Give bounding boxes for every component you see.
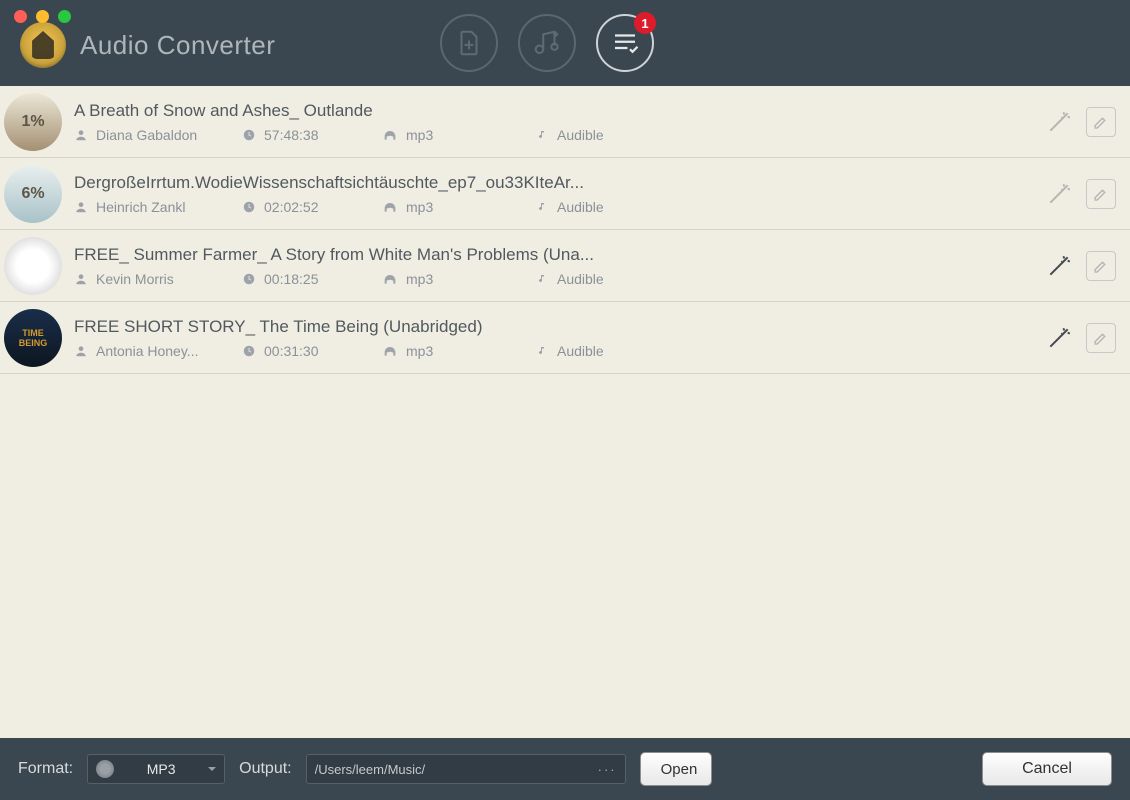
- track-title: FREE_ Summer Farmer_ A Story from White …: [74, 245, 594, 265]
- window-controls: [14, 10, 71, 23]
- edit-icon: [1092, 113, 1110, 131]
- track-format: mp3: [406, 199, 433, 215]
- edit-button[interactable]: [1086, 107, 1116, 137]
- close-window-button[interactable]: [14, 10, 27, 23]
- person-icon: [74, 128, 88, 142]
- edit-button[interactable]: [1086, 323, 1116, 353]
- track-row[interactable]: 6% DergroßeIrrtum.WodieWissenschaftsicht…: [0, 158, 1130, 230]
- app-logo: [20, 22, 66, 68]
- edit-button[interactable]: [1086, 251, 1116, 281]
- track-row[interactable]: FREE_ Summer Farmer_ A Story from White …: [0, 230, 1130, 302]
- music-note-icon: [537, 344, 549, 358]
- edit-icon: [1092, 329, 1110, 347]
- maximize-window-button[interactable]: [58, 10, 71, 23]
- headphones-icon: [382, 200, 398, 214]
- person-icon: [74, 200, 88, 214]
- track-title: DergroßeIrrtum.WodieWissenschaftsichtäus…: [74, 173, 594, 193]
- magic-wand-icon: [1046, 109, 1072, 135]
- cancel-button[interactable]: Cancel: [982, 752, 1112, 786]
- music-note-icon: [537, 272, 549, 286]
- clock-icon: [242, 272, 256, 286]
- track-list: 1% A Breath of Snow and Ashes_ Outlande …: [0, 86, 1130, 738]
- track-duration: 00:18:25: [264, 271, 319, 287]
- track-artwork: [4, 237, 62, 295]
- format-label: Format:: [18, 760, 73, 778]
- app-title: Audio Converter: [80, 30, 275, 61]
- add-music-button[interactable]: [518, 14, 576, 72]
- track-row[interactable]: 1% A Breath of Snow and Ashes_ Outlande …: [0, 86, 1130, 158]
- queue-check-icon: [610, 28, 640, 58]
- track-artwork: TIME BEING: [4, 309, 62, 367]
- format-value: MP3: [124, 761, 198, 777]
- track-duration: 00:31:30: [264, 343, 319, 359]
- queue-button[interactable]: 1: [596, 14, 654, 72]
- magic-wand-button[interactable]: [1044, 251, 1074, 281]
- clock-icon: [242, 128, 256, 142]
- magic-wand-icon: [1046, 181, 1072, 207]
- headphones-icon: [382, 128, 398, 142]
- headphones-icon: [382, 344, 398, 358]
- music-add-icon: [532, 28, 562, 58]
- file-add-icon: [454, 28, 484, 58]
- track-duration: 02:02:52: [264, 199, 319, 215]
- track-source: Audible: [557, 127, 604, 143]
- edit-icon: [1092, 257, 1110, 275]
- output-label: Output:: [239, 760, 291, 778]
- headphones-icon: [382, 272, 398, 286]
- track-source: Audible: [557, 343, 604, 359]
- format-select[interactable]: MP3: [87, 754, 225, 784]
- track-format: mp3: [406, 127, 433, 143]
- add-file-button[interactable]: [440, 14, 498, 72]
- minimize-window-button[interactable]: [36, 10, 49, 23]
- track-artwork: 1%: [4, 93, 62, 151]
- browse-output-button[interactable]: ···: [598, 762, 617, 777]
- queue-badge: 1: [634, 12, 656, 34]
- track-artwork: 6%: [4, 165, 62, 223]
- open-button[interactable]: Open: [640, 752, 712, 786]
- track-source: Audible: [557, 199, 604, 215]
- clock-icon: [242, 200, 256, 214]
- track-artist: Heinrich Zankl: [96, 199, 185, 215]
- edit-button[interactable]: [1086, 179, 1116, 209]
- magic-wand-button[interactable]: [1044, 323, 1074, 353]
- track-row[interactable]: TIME BEING FREE SHORT STORY_ The Time Be…: [0, 302, 1130, 374]
- track-artist: Diana Gabaldon: [96, 127, 197, 143]
- track-artist: Kevin Morris: [96, 271, 174, 287]
- edit-icon: [1092, 185, 1110, 203]
- magic-wand-icon: [1046, 325, 1072, 351]
- track-artist: Antonia Honey...: [96, 343, 198, 359]
- track-title: FREE SHORT STORY_ The Time Being (Unabri…: [74, 317, 594, 337]
- track-duration: 57:48:38: [264, 127, 319, 143]
- bottom-bar: Format: MP3 Output: /Users/leem/Music/ ·…: [0, 738, 1130, 800]
- output-path-field[interactable]: /Users/leem/Music/ ···: [306, 754, 626, 784]
- track-format: mp3: [406, 271, 433, 287]
- output-path-text: /Users/leem/Music/: [315, 762, 592, 777]
- magic-wand-button[interactable]: [1044, 179, 1074, 209]
- magic-wand-icon: [1046, 253, 1072, 279]
- music-note-icon: [537, 128, 549, 142]
- clock-icon: [242, 344, 256, 358]
- magic-wand-button[interactable]: [1044, 107, 1074, 137]
- person-icon: [74, 272, 88, 286]
- music-note-icon: [537, 200, 549, 214]
- person-icon: [74, 344, 88, 358]
- title-bar: Audio Converter: [0, 0, 1130, 86]
- track-title: A Breath of Snow and Ashes_ Outlande: [74, 101, 594, 121]
- track-source: Audible: [557, 271, 604, 287]
- format-icon: [96, 760, 114, 778]
- track-format: mp3: [406, 343, 433, 359]
